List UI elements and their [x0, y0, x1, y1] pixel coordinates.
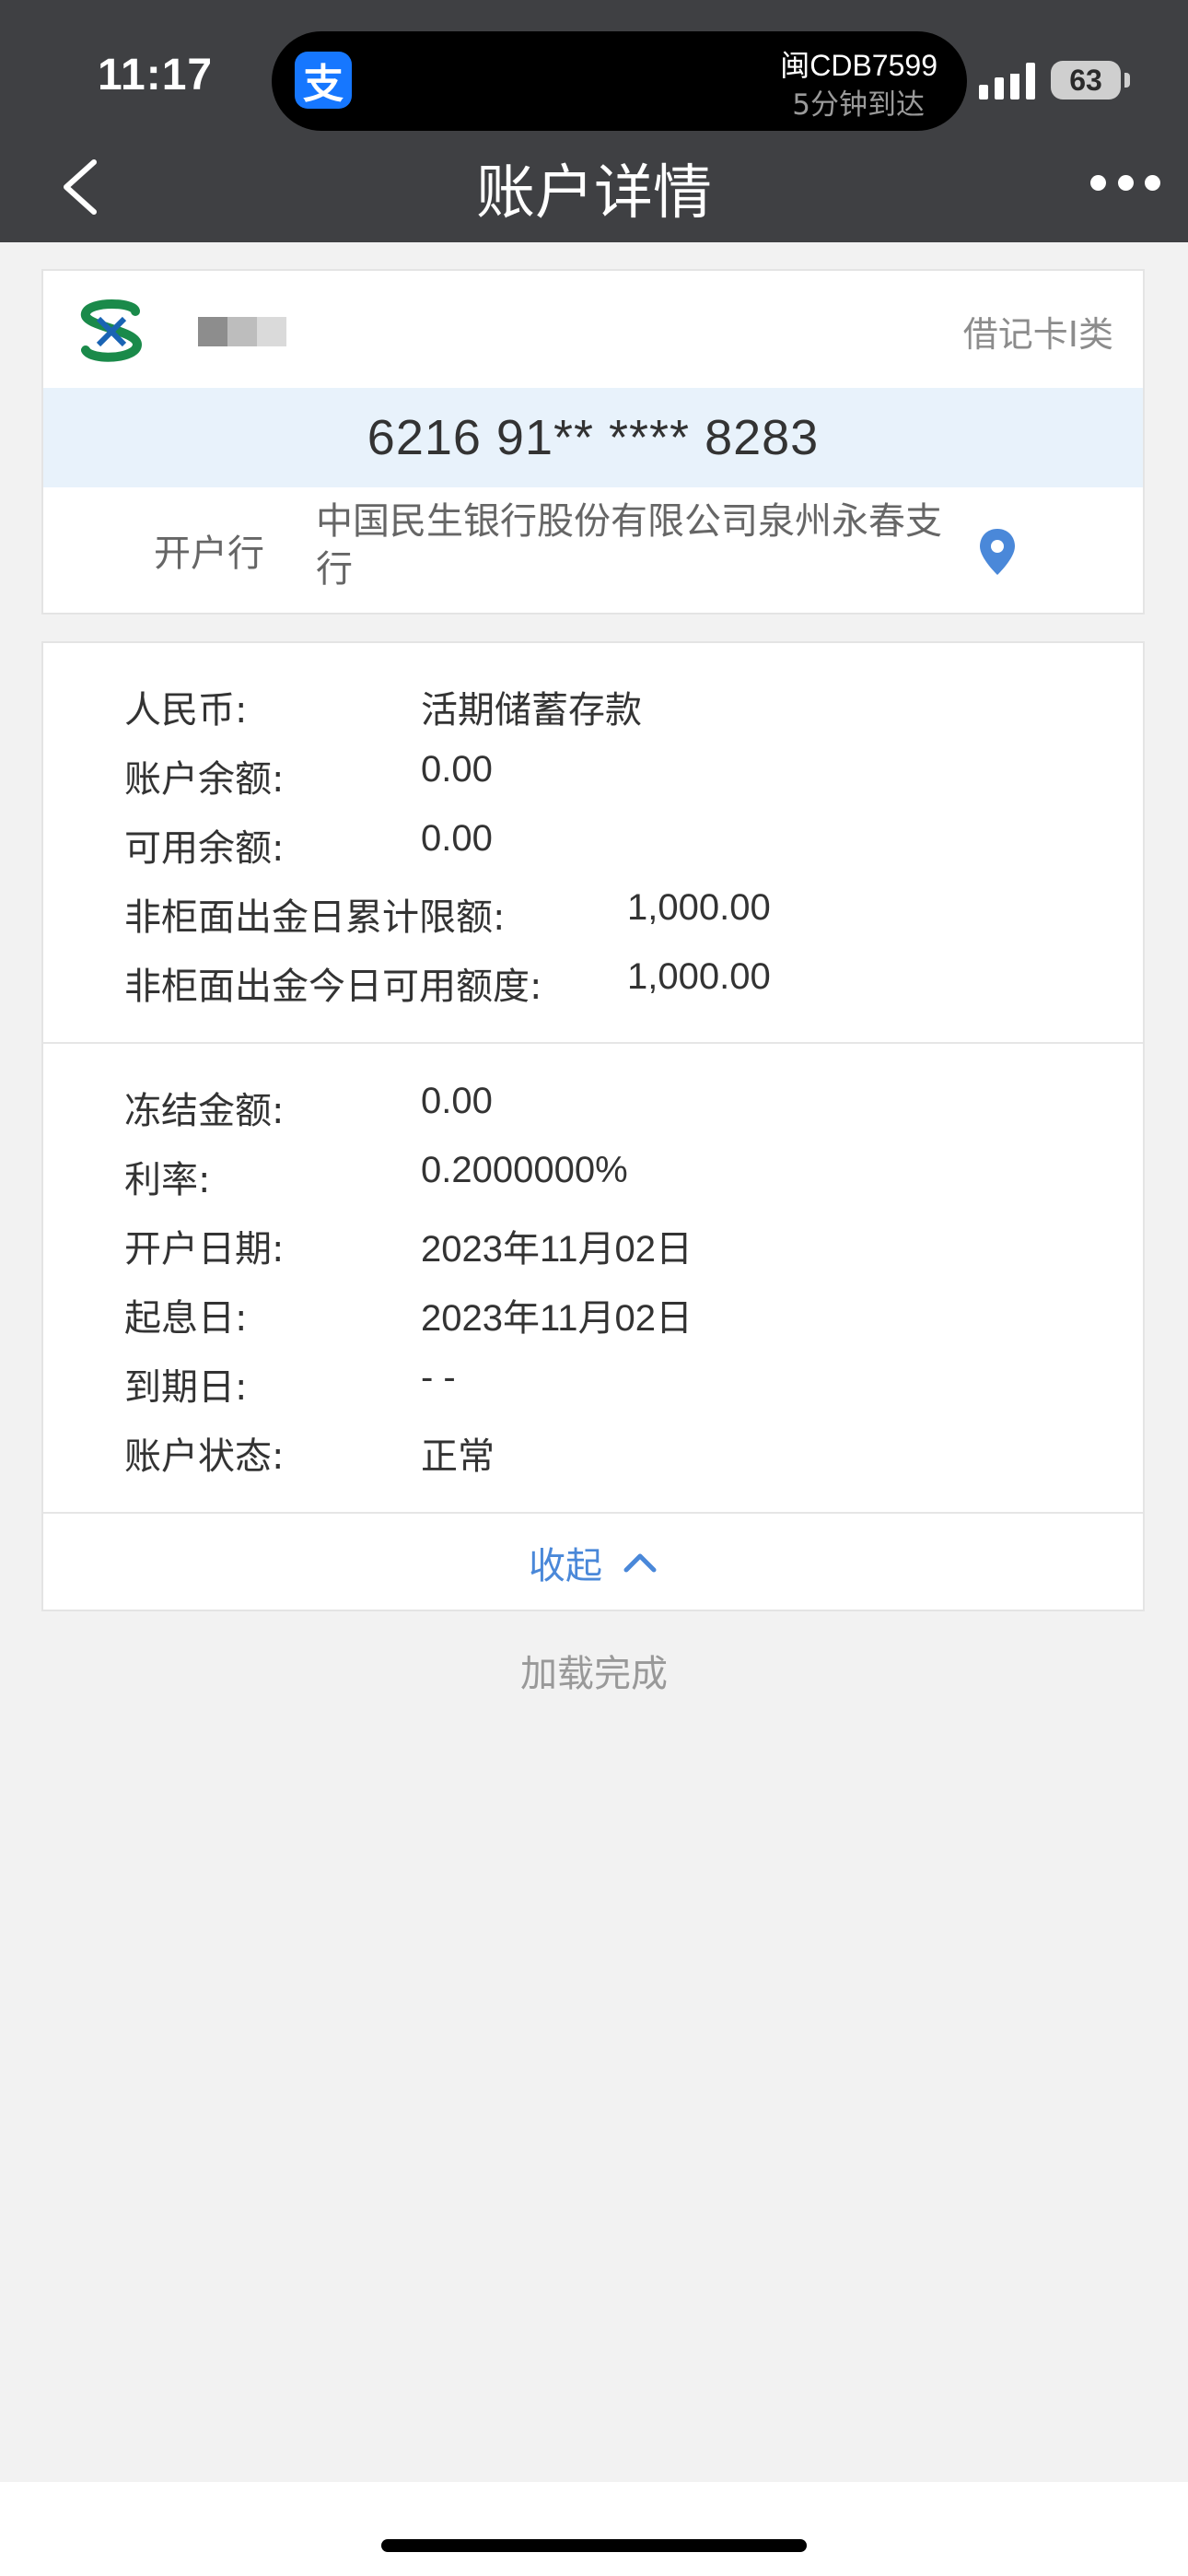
card-type-label: 借记卡I类: [962, 314, 1113, 355]
location-pin-icon[interactable]: [977, 527, 1018, 577]
detail-label-daily-limit: 非柜面出金日累计限额:: [124, 896, 506, 939]
battery-cap: [1124, 73, 1130, 88]
top-bar: 11:17 支 闽CDB7599 5分钟到达 63 账户详情: [0, 0, 1188, 242]
island-eta-text: 5分钟到达: [792, 88, 925, 122]
bank-label: 开户行: [154, 533, 264, 575]
section-divider: [43, 1042, 1143, 1044]
detail-value-status: 正常: [421, 1436, 495, 1477]
chevron-up-icon: [623, 1553, 657, 1573]
status-time: 11:17: [98, 51, 214, 100]
more-dots-icon: [1117, 174, 1134, 191]
account-card[interactable]: 借记卡I类 6216 91** **** 8283 开户行 中国民生银行股份有限…: [41, 269, 1145, 615]
detail-value-rate: 0.2000000%: [421, 1150, 628, 1190]
more-dots-icon: [1145, 174, 1160, 191]
detail-value-balance: 0.00: [421, 749, 493, 790]
detail-label-open-date: 开户日期:: [124, 1228, 285, 1270]
detail-value-maturity: - -: [421, 1357, 456, 1398]
detail-value-today-available: 1,000.00: [627, 956, 771, 997]
more-button[interactable]: [1090, 166, 1160, 199]
home-indicator[interactable]: [381, 2539, 807, 2552]
detail-label-status: 账户状态:: [124, 1435, 285, 1478]
card-number: 6216 91** **** 8283: [43, 388, 1143, 487]
account-details-card: 人民币: 活期储蓄存款 账户余额: 0.00 可用余额: 0.00 非柜面出金日…: [41, 641, 1145, 1611]
detail-value-available: 0.00: [421, 818, 493, 859]
masked-account-name: [198, 317, 286, 346]
bank-logo-icon: [81, 299, 143, 362]
detail-label-currency: 人民币:: [124, 689, 248, 732]
detail-label-available: 可用余额:: [124, 827, 285, 870]
collapse-label: 收起: [529, 1545, 602, 1587]
detail-value-frozen: 0.00: [421, 1081, 493, 1121]
detail-value-open-date: 2023年11月02日: [421, 1229, 693, 1270]
detail-label-frozen: 冻结金额:: [124, 1090, 285, 1132]
account-detail-page: 11:17 支 闽CDB7599 5分钟到达 63 账户详情 借记卡I类 621…: [0, 0, 1188, 2576]
alipay-icon[interactable]: 支: [295, 52, 352, 109]
battery-icon: 63: [1051, 61, 1121, 100]
detail-label-today-available: 非柜面出金今日可用额度:: [124, 966, 542, 1008]
bottom-safe-area: [0, 2482, 1188, 2576]
loaded-status-text: 加载完成: [520, 1653, 668, 1695]
cellular-signal-icon: [979, 63, 1035, 100]
more-dots-icon: [1090, 174, 1106, 191]
page-title: 账户详情: [476, 159, 712, 228]
detail-label-maturity: 到期日:: [124, 1366, 248, 1409]
detail-label-rate: 利率:: [124, 1159, 211, 1201]
detail-label-balance: 账户余额:: [124, 758, 285, 801]
detail-label-interest-start: 起息日:: [124, 1297, 248, 1340]
detail-value-currency: 活期储蓄存款: [421, 690, 642, 731]
detail-value-daily-limit: 1,000.00: [627, 887, 771, 928]
bank-branch-name: 中国民生银行股份有限公司泉州永春支行: [316, 500, 942, 591]
island-plate-text: 闽CDB7599: [780, 49, 938, 82]
detail-value-interest-start: 2023年11月02日: [421, 1298, 693, 1339]
collapse-button[interactable]: 收起: [43, 1514, 1143, 1611]
